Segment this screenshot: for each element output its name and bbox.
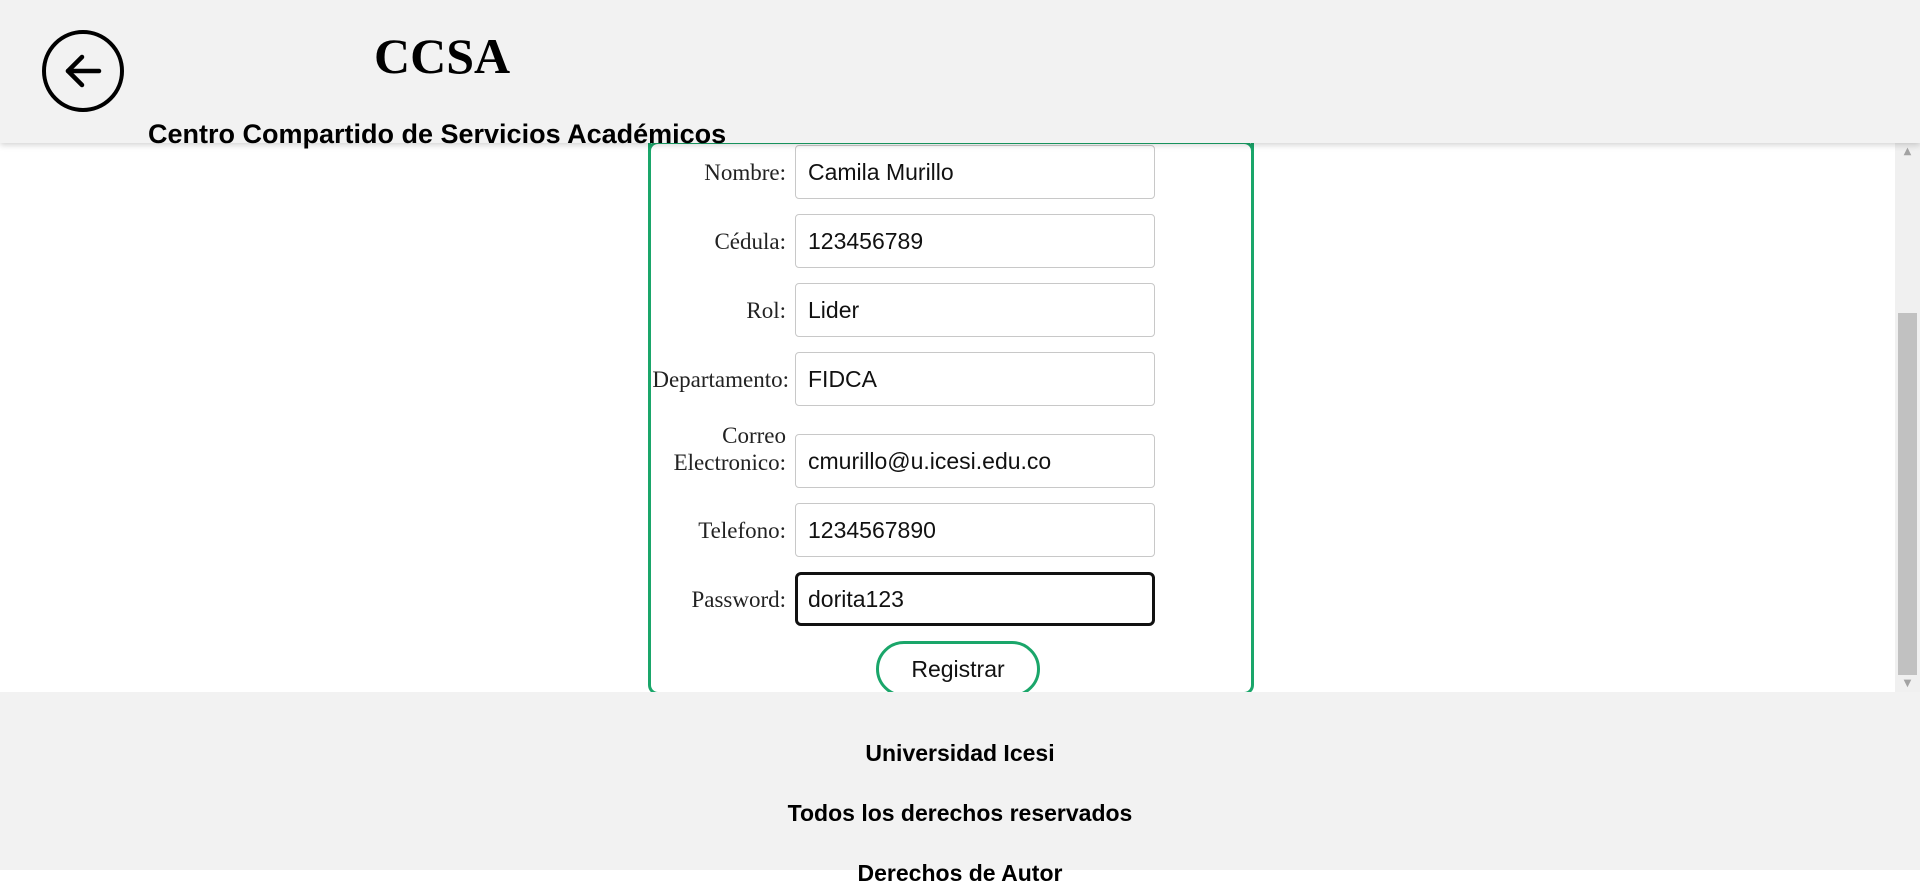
app-header: CCSA Centro Compartido de Servicios Acad… xyxy=(0,0,1920,149)
password-input[interactable] xyxy=(795,572,1155,626)
scroll-up-icon[interactable]: ▲ xyxy=(1895,143,1920,160)
footer-university: Universidad Icesi xyxy=(865,740,1055,766)
register-button[interactable]: Registrar xyxy=(876,641,1040,692)
telefono-input[interactable] xyxy=(795,503,1155,557)
main-content: Nombre: Cédula: Rol: Departamento: Corre… xyxy=(0,143,1895,692)
correo-label-line1: Correo xyxy=(722,423,786,448)
back-button[interactable] xyxy=(42,30,124,112)
page-scrollbar[interactable]: ▲ ▼ xyxy=(1895,143,1920,692)
departamento-label: Departamento: xyxy=(652,367,789,392)
correo-input[interactable] xyxy=(795,434,1155,488)
nombre-input[interactable] xyxy=(795,145,1155,199)
nombre-label: Nombre: xyxy=(704,160,786,185)
password-label: Password: xyxy=(691,587,786,612)
cedula-label: Cédula: xyxy=(714,229,786,254)
rol-label: Rol: xyxy=(746,298,786,323)
registration-form: Nombre: Cédula: Rol: Departamento: Corre… xyxy=(648,143,1254,692)
page-footer: Universidad Icesi Todos los derechos res… xyxy=(0,692,1920,886)
correo-label-line2: Electronico: xyxy=(673,450,786,475)
arrow-left-icon xyxy=(65,54,102,88)
rol-input[interactable] xyxy=(795,283,1155,337)
footer-rights: Todos los derechos reservados xyxy=(787,800,1133,826)
departamento-input[interactable] xyxy=(795,352,1155,406)
brand-title: CCSA xyxy=(374,28,511,84)
footer-copyright: Derechos de Autor xyxy=(857,860,1063,886)
telefono-label: Telefono: xyxy=(698,518,786,543)
scroll-thumb[interactable] xyxy=(1898,313,1917,675)
brand-subtitle: Centro Compartido de Servicios Académico… xyxy=(148,119,727,149)
cedula-input[interactable] xyxy=(795,214,1155,268)
scroll-down-icon[interactable]: ▼ xyxy=(1895,675,1920,692)
